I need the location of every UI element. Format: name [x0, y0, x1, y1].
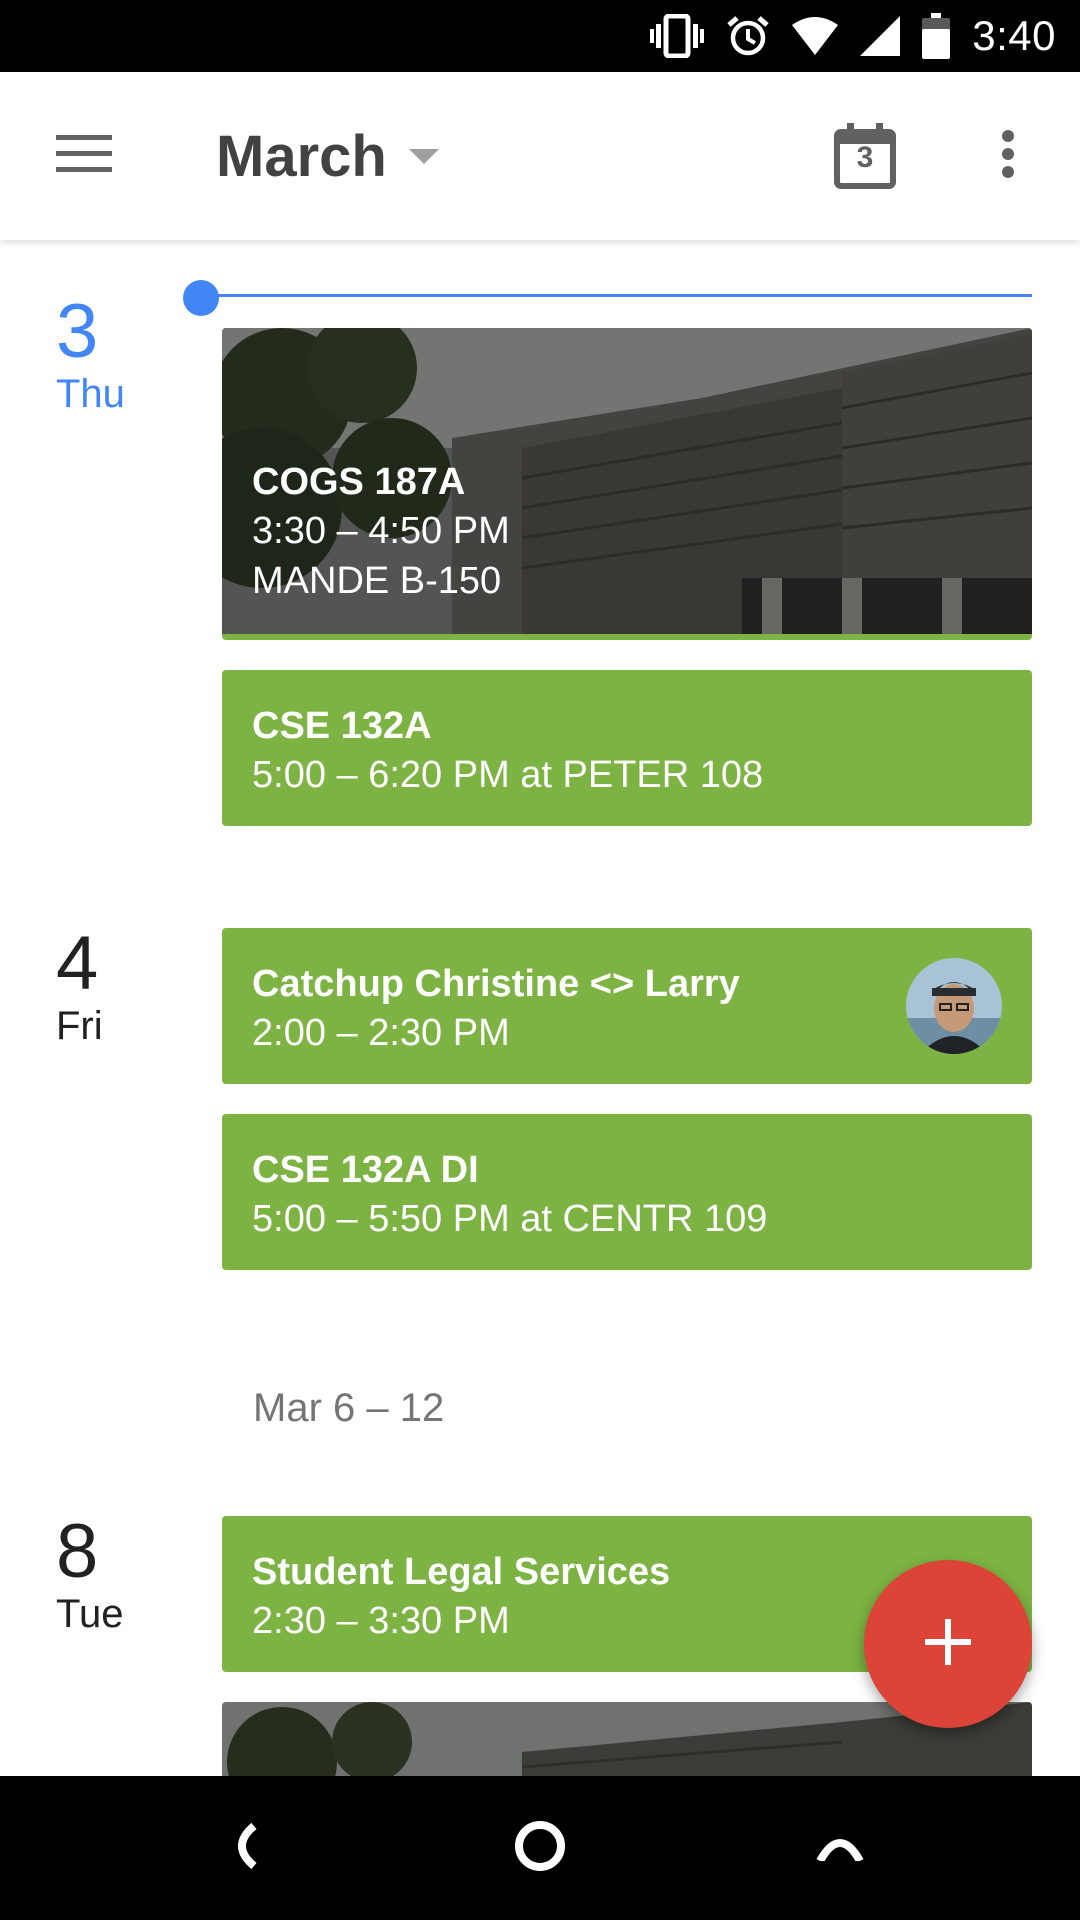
add-icon [925, 1618, 971, 1670]
day-label-thu-3[interactable]: 3 Thu [56, 289, 176, 417]
event-title: COGS 187A [252, 461, 466, 503]
event-card-cse-132a[interactable]: CSE 132A 5:00 – 6:20 PM at PETER 108 [222, 670, 1032, 826]
menu-button[interactable] [40, 116, 128, 196]
menu-icon [56, 134, 112, 178]
event-detail: 2:00 – 2:30 PM [252, 1012, 510, 1054]
current-time-line [200, 294, 1032, 297]
wifi-icon [792, 17, 839, 55]
day-number: 8 [56, 1509, 99, 1594]
app-bar: March 3 [0, 72, 1080, 240]
battery-icon [922, 13, 951, 59]
day-of-week: Thu [56, 372, 125, 416]
day-label-fri-4[interactable]: 4 Fri [56, 921, 176, 1049]
week-header: Mar 6 – 12 [253, 1386, 445, 1430]
vibrate-icon [650, 14, 705, 58]
event-text: COGS 187A 3:30 – 4:50 PM MANDE B-150 [252, 458, 510, 606]
day-of-week: Tue [56, 1592, 124, 1636]
calendar-today-icon: 3 [834, 123, 896, 189]
signal-icon [860, 16, 901, 56]
recents-button[interactable] [770, 1776, 910, 1920]
event-detail: 5:00 – 6:20 PM at PETER 108 [252, 754, 764, 796]
add-event-button[interactable] [864, 1560, 1032, 1728]
back-button[interactable] [172, 1776, 312, 1920]
status-bar: 3:40 [0, 0, 1080, 72]
avatar [906, 958, 1002, 1054]
more-vert-icon [1001, 129, 1015, 184]
event-time: 3:30 – 4:50 PM [252, 510, 510, 552]
page-title: March [216, 123, 387, 189]
event-title: CSE 132A DI [252, 1149, 479, 1191]
back-icon [224, 1822, 260, 1875]
event-title: Catchup Christine <> Larry [252, 963, 740, 1005]
day-label-tue-8[interactable]: 8 Tue [56, 1509, 176, 1637]
navigation-bar [0, 1776, 1080, 1920]
day-number: 3 [56, 289, 99, 374]
alarm-icon [726, 14, 770, 58]
dropdown-caret-icon [408, 148, 439, 170]
event-card-cse-132a-di[interactable]: CSE 132A DI 5:00 – 5:50 PM at CENTR 109 [222, 1114, 1032, 1270]
month-selector[interactable]: March [216, 116, 439, 196]
home-icon [514, 1820, 566, 1877]
home-button[interactable] [470, 1776, 610, 1920]
current-time-dot [183, 280, 219, 316]
today-date-number: 3 [856, 141, 874, 174]
event-card-catchup[interactable]: Catchup Christine <> Larry 2:00 – 2:30 P… [222, 928, 1032, 1084]
status-time: 3:40 [972, 12, 1056, 59]
day-number: 4 [56, 921, 99, 1006]
event-detail: 5:00 – 5:50 PM at CENTR 109 [252, 1198, 768, 1240]
event-title: CSE 132A [252, 705, 432, 747]
recents-icon [814, 1831, 866, 1866]
overflow-menu-button[interactable] [980, 116, 1036, 196]
day-of-week: Fri [56, 1004, 103, 1048]
event-location: MANDE B-150 [252, 560, 502, 602]
status-icons: 3:40 [650, 0, 1056, 72]
event-card-cogs-187a[interactable]: COGS 187A 3:30 – 4:50 PM MANDE B-150 [222, 328, 1032, 640]
jump-to-today-button[interactable]: 3 [822, 116, 908, 196]
